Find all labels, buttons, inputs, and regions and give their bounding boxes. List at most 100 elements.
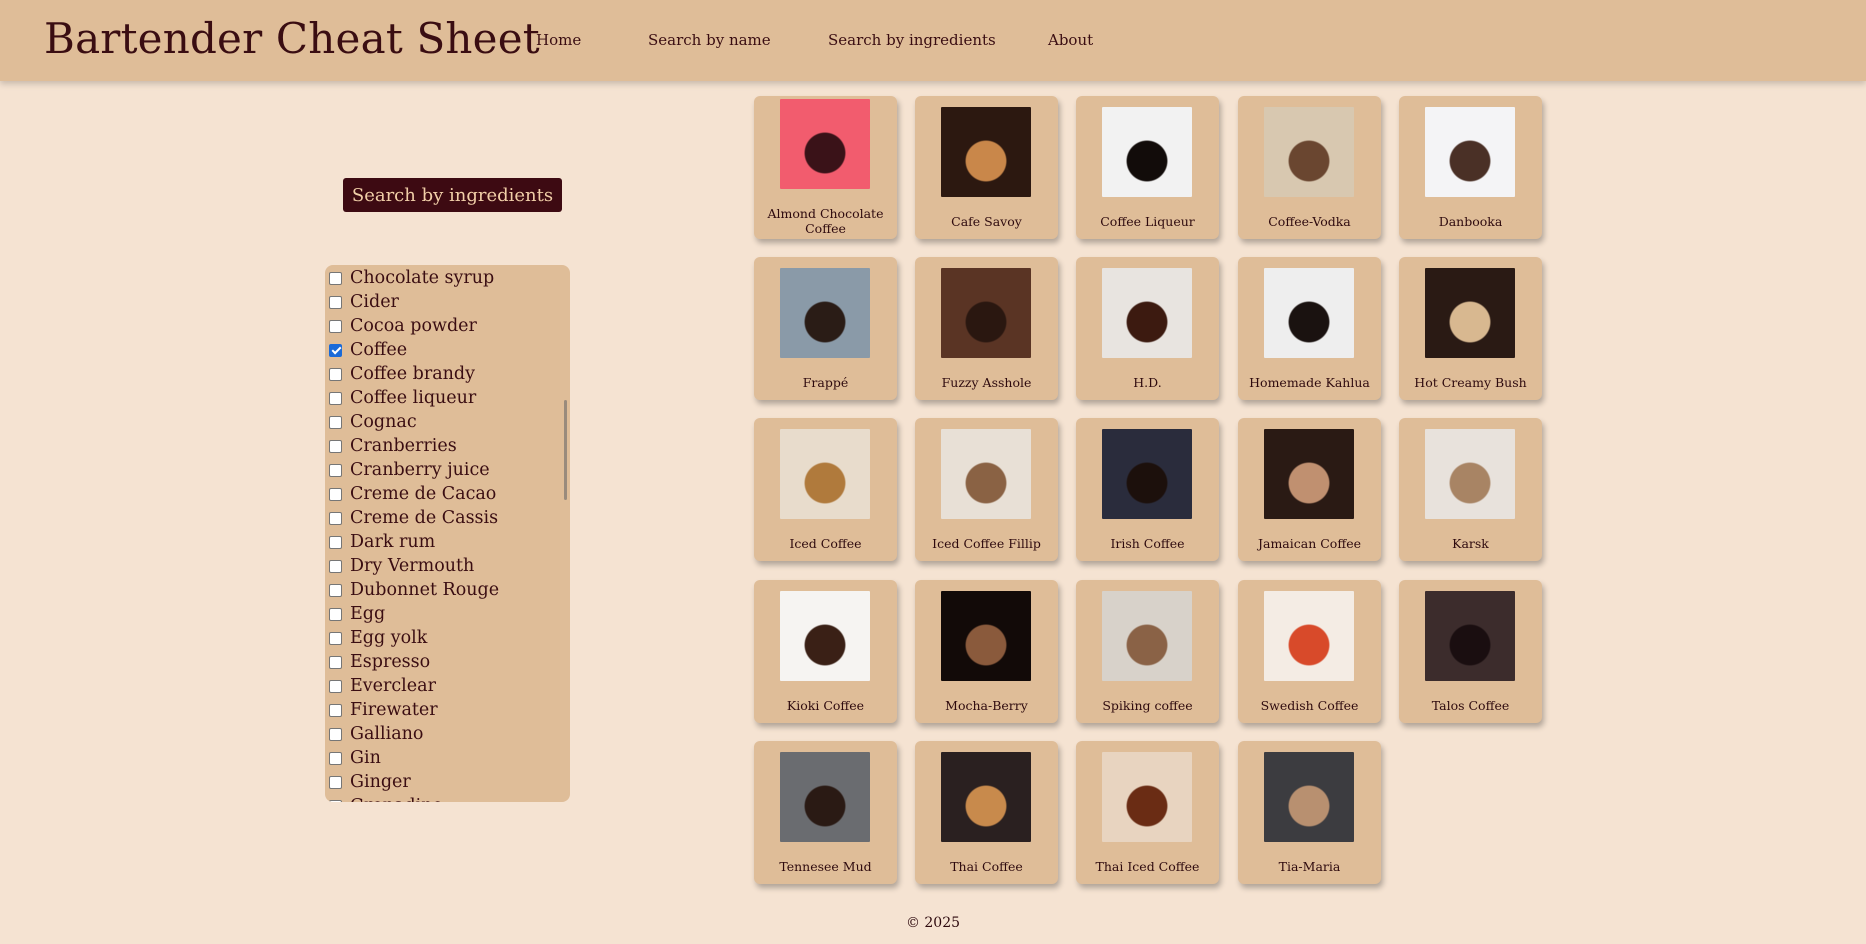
ingredient-item[interactable]: Egg yolk <box>325 626 570 650</box>
drink-image[interactable] <box>1102 429 1192 519</box>
drink-card[interactable]: Homemade Kahlua <box>1238 257 1381 400</box>
drink-card[interactable]: Iced Coffee Fillip <box>915 418 1058 561</box>
drink-image[interactable] <box>1264 429 1354 519</box>
ingredient-checkbox[interactable] <box>329 799 342 802</box>
drink-card[interactable]: Jamaican Coffee <box>1238 418 1381 561</box>
ingredient-item[interactable]: Coffee brandy <box>325 362 570 386</box>
drink-image[interactable] <box>1425 429 1515 519</box>
ingredient-checkbox[interactable] <box>329 439 342 453</box>
drink-name[interactable]: Fuzzy Asshole <box>919 375 1054 390</box>
drink-card[interactable]: Tennesee Mud <box>754 741 897 884</box>
drink-name[interactable]: Swedish Coffee <box>1242 698 1377 713</box>
ingredient-checkbox[interactable] <box>329 703 342 717</box>
drink-card[interactable]: Kioki Coffee <box>754 580 897 723</box>
ingredient-item[interactable]: Creme de Cassis <box>325 506 570 530</box>
ingredient-item[interactable]: Chocolate syrup <box>325 266 570 290</box>
ingredient-list[interactable]: Chocolate syrup Cider Cocoa powder Coffee Co… <box>325 265 570 802</box>
ingredient-checkbox[interactable] <box>329 487 342 501</box>
drink-image[interactable] <box>1102 591 1192 681</box>
drink-image[interactable] <box>780 591 870 681</box>
ingredient-checkbox[interactable] <box>329 415 342 429</box>
drink-card[interactable]: Mocha-Berry <box>915 580 1058 723</box>
drink-card[interactable]: Coffee Liqueur <box>1076 96 1219 239</box>
drink-name[interactable]: Almond Chocolate Coffee <box>758 206 893 236</box>
drink-card[interactable]: Tia-Maria <box>1238 741 1381 884</box>
drink-card[interactable]: Thai Coffee <box>915 741 1058 884</box>
drink-name[interactable]: Hot Creamy Bush <box>1403 375 1538 390</box>
search-by-ingredients-button[interactable]: Search by ingredients <box>343 178 562 212</box>
drink-image[interactable] <box>780 752 870 842</box>
drink-card[interactable]: Coffee-Vodka <box>1238 96 1381 239</box>
ingredient-item[interactable]: Coffee <box>325 338 570 362</box>
drink-card[interactable]: Fuzzy Asshole <box>915 257 1058 400</box>
ingredient-checkbox[interactable] <box>329 391 342 405</box>
drink-image[interactable] <box>941 752 1031 842</box>
ingredient-checkbox[interactable] <box>329 655 342 669</box>
drink-image[interactable] <box>1264 591 1354 681</box>
ingredient-checkbox[interactable] <box>329 583 342 597</box>
ingredient-checkbox[interactable] <box>329 607 342 621</box>
drink-card[interactable]: Danbooka <box>1399 96 1542 239</box>
drink-name[interactable]: Tia-Maria <box>1242 859 1377 874</box>
ingredient-item[interactable]: Dry Vermouth <box>325 554 570 578</box>
ingredient-item[interactable]: Cranberries <box>325 434 570 458</box>
ingredient-checkbox[interactable] <box>329 463 342 477</box>
ingredient-item[interactable]: Dark rum <box>325 530 570 554</box>
drink-name[interactable]: Thai Coffee <box>919 859 1054 874</box>
drink-name[interactable]: Iced Coffee <box>758 536 893 551</box>
nav-search-by-ingredients[interactable]: Search by ingredients <box>828 31 996 49</box>
ingredient-item[interactable]: Coffee liqueur <box>325 386 570 410</box>
drink-name[interactable]: Frappé <box>758 375 893 390</box>
drink-card[interactable]: Hot Creamy Bush <box>1399 257 1542 400</box>
drink-card[interactable]: Cafe Savoy <box>915 96 1058 239</box>
drink-card[interactable]: Karsk <box>1399 418 1542 561</box>
ingredient-item[interactable]: Cranberry juice <box>325 458 570 482</box>
drink-image[interactable] <box>1425 591 1515 681</box>
ingredient-checkbox[interactable] <box>329 559 342 573</box>
drink-name[interactable]: Danbooka <box>1403 214 1538 229</box>
drink-name[interactable]: Tennesee Mud <box>758 859 893 874</box>
drink-name[interactable]: Coffee Liqueur <box>1080 214 1215 229</box>
ingredient-checkbox[interactable] <box>329 751 342 765</box>
drink-image[interactable] <box>941 268 1031 358</box>
drink-card[interactable]: Swedish Coffee <box>1238 580 1381 723</box>
drink-image[interactable] <box>1264 107 1354 197</box>
drink-card[interactable]: Thai Iced Coffee <box>1076 741 1219 884</box>
drink-card[interactable]: Iced Coffee <box>754 418 897 561</box>
ingredient-checkbox[interactable] <box>329 631 342 645</box>
ingredient-item[interactable]: Egg <box>325 602 570 626</box>
drink-name[interactable]: Kioki Coffee <box>758 698 893 713</box>
ingredient-checkbox[interactable] <box>329 511 342 525</box>
ingredient-item[interactable]: Galliano <box>325 722 570 746</box>
drink-name[interactable]: Coffee-Vodka <box>1242 214 1377 229</box>
drink-name[interactable]: Irish Coffee <box>1080 536 1215 551</box>
ingredient-scroll-area[interactable]: Chocolate syrup Cider Cocoa powder Coffee Co… <box>325 265 570 802</box>
ingredient-checkbox[interactable] <box>329 319 342 333</box>
drink-image[interactable] <box>1425 107 1515 197</box>
drink-image[interactable] <box>941 429 1031 519</box>
drink-name[interactable]: Cafe Savoy <box>919 214 1054 229</box>
drink-name[interactable]: Iced Coffee Fillip <box>919 536 1054 551</box>
drink-name[interactable]: Mocha-Berry <box>919 698 1054 713</box>
ingredient-checkbox[interactable] <box>329 679 342 693</box>
ingredient-checkbox[interactable] <box>329 367 342 381</box>
drink-name[interactable]: Talos Coffee <box>1403 698 1538 713</box>
ingredient-item[interactable]: Cognac <box>325 410 570 434</box>
drink-image[interactable] <box>1425 268 1515 358</box>
nav-home[interactable]: Home <box>536 31 581 49</box>
drink-card[interactable]: Almond Chocolate Coffee <box>754 96 897 239</box>
ingredient-checkbox[interactable] <box>329 535 342 549</box>
ingredient-item[interactable]: Grenadine <box>325 794 570 802</box>
drink-name[interactable]: H.D. <box>1080 375 1215 390</box>
drink-image[interactable] <box>780 99 870 189</box>
drink-image[interactable] <box>1102 107 1192 197</box>
ingredient-checkbox[interactable] <box>329 775 342 789</box>
drink-image[interactable] <box>1264 268 1354 358</box>
drink-image[interactable] <box>941 107 1031 197</box>
ingredient-checkbox[interactable] <box>329 727 342 741</box>
drink-card[interactable]: Talos Coffee <box>1399 580 1542 723</box>
drink-name[interactable]: Homemade Kahlua <box>1242 375 1377 390</box>
ingredient-item[interactable]: Everclear <box>325 674 570 698</box>
drink-name[interactable]: Thai Iced Coffee <box>1080 859 1215 874</box>
nav-about[interactable]: About <box>1048 31 1093 49</box>
